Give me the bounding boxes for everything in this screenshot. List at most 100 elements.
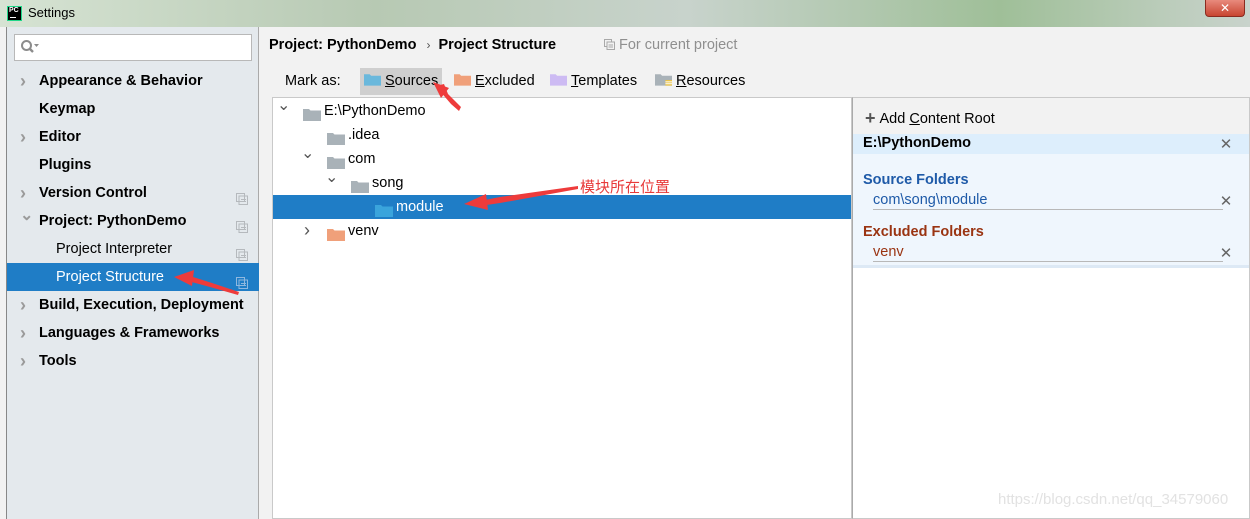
settings-nav-list: › Appearance & Behavior Keymap › Editor Plugi… <box>7 67 259 375</box>
tree-node[interactable]: ⌄ com <box>273 145 851 171</box>
sidebar-item-languages-frameworks[interactable]: › Languages & Frameworks <box>7 319 259 347</box>
folder-icon <box>303 105 321 121</box>
sidebar-item-label: Build, Execution, Deployment <box>39 297 244 313</box>
sidebar-item-project-pythondemo[interactable]: ⌄ Project: PythonDemo <box>7 207 259 235</box>
tree-node[interactable]: ⌄ song <box>273 169 851 195</box>
tree-node-label: module <box>396 199 444 215</box>
button-label-rest: xcluded <box>484 73 535 89</box>
mark-as-sources-button[interactable]: Sources <box>360 68 442 95</box>
tree-node[interactable]: .idea <box>273 123 851 147</box>
content-roots-toolbar: + Add Content Root <box>853 98 1249 134</box>
search-icon <box>21 40 39 53</box>
window-close-button[interactable]: ✕ <box>1205 0 1245 17</box>
chevron-down-icon[interactable]: ⌄ <box>301 142 314 166</box>
watermark: https://blog.csdn.net/qq_34579060 <box>998 491 1229 508</box>
sidebar-item-label: Project Structure <box>56 269 164 285</box>
templates-folder-icon <box>550 69 567 86</box>
chevron-right-icon[interactable]: › <box>20 67 30 95</box>
content-roots-panel: + Add Content Root E:\PythonDemo ✕ Source… <box>852 97 1250 519</box>
chevron-down-icon[interactable]: ⌄ <box>277 94 290 118</box>
sidebar-item-plugins[interactable]: Plugins <box>7 151 259 179</box>
sidebar-item-label: Editor <box>39 129 81 145</box>
remove-content-root-icon[interactable]: ✕ <box>1219 137 1233 152</box>
remove-excluded-folder-icon[interactable]: ✕ <box>1219 246 1233 261</box>
mark-as-excluded-button[interactable]: Excluded <box>450 68 535 95</box>
sidebar-item-label: Languages & Frameworks <box>39 325 220 341</box>
resources-folder-icon <box>655 69 672 86</box>
content-root-card: E:\PythonDemo ✕ Source Folders com\song\… <box>853 134 1249 268</box>
folder-icon <box>327 225 345 241</box>
project-file-tree[interactable]: ⌄ E:\PythonDemo .idea ⌄ com ⌄ song module › venv <box>272 97 852 519</box>
add-content-root-label-prefix: Add <box>879 111 910 127</box>
folder-icon <box>351 177 369 193</box>
content-root-header: E:\PythonDemo ✕ <box>853 134 1249 154</box>
chevron-down-icon[interactable]: ⌄ <box>20 202 33 230</box>
chevron-right-icon[interactable]: › <box>301 218 313 242</box>
tree-node[interactable]: › venv <box>273 219 851 243</box>
sidebar-item-project-interpreter[interactable]: Project Interpreter <box>7 235 259 263</box>
tree-node-label: E:\PythonDemo <box>324 103 426 119</box>
annotation-label: 模块所在位置 <box>580 178 671 196</box>
breadcrumb-item-project[interactable]: Project: PythonDemo <box>269 37 416 53</box>
sidebar-item-label: Plugins <box>39 157 92 173</box>
title-bar: PC Settings ✕ <box>0 0 1250 27</box>
settings-sidebar: › Appearance & Behavior Keymap › Editor Plugi… <box>6 27 259 519</box>
scope-note: For current project <box>604 37 737 53</box>
sidebar-item-appearance-behavior[interactable]: › Appearance & Behavior <box>7 67 259 95</box>
window-title: Settings <box>28 5 75 20</box>
remove-source-folder-icon[interactable]: ✕ <box>1219 194 1233 209</box>
chevron-right-icon[interactable]: › <box>20 347 30 375</box>
excluded-folders-title: Excluded Folders <box>863 224 984 240</box>
folder-icon <box>327 153 345 169</box>
project-scope-icon <box>236 271 248 289</box>
add-content-root-mnemonic: C <box>909 111 920 127</box>
sidebar-item-label: Project: PythonDemo <box>39 213 187 229</box>
sidebar-item-project-structure[interactable]: Project Structure <box>7 263 259 291</box>
folder-icon <box>375 201 393 217</box>
button-label-rest: esources <box>686 73 746 89</box>
source-folders-title: Source Folders <box>863 172 969 188</box>
project-scope-icon <box>604 39 615 50</box>
sidebar-item-label: Tools <box>39 353 77 369</box>
scope-note-text: For current project <box>619 37 738 53</box>
mnemonic-letter: E <box>475 73 485 89</box>
mark-as-templates-button[interactable]: Templates <box>546 68 637 95</box>
sidebar-item-label: Keymap <box>39 101 96 117</box>
source-folder-path: com\song\module <box>873 192 988 208</box>
tree-node[interactable]: module <box>273 195 851 219</box>
tree-node[interactable]: ⌄ E:\PythonDemo <box>273 97 851 123</box>
pycharm-logo-icon: PC <box>7 6 22 21</box>
chevron-right-icon[interactable]: › <box>20 291 30 319</box>
mark-as-label: Mark as: <box>285 73 341 89</box>
sources-folder-icon <box>364 69 381 86</box>
add-content-root-button[interactable]: + Add Content Root <box>865 108 995 129</box>
folder-icon <box>327 129 345 145</box>
button-label-rest: emplates <box>578 73 638 89</box>
sidebar-item-build-execution-deployment[interactable]: › Build, Execution, Deployment <box>7 291 259 319</box>
source-folder-entry: com\song\module <box>873 192 1223 210</box>
tree-node-label: venv <box>348 223 379 239</box>
mark-as-resources-button[interactable]: Resources <box>651 68 745 95</box>
sidebar-item-editor[interactable]: › Editor <box>7 123 259 151</box>
chevron-right-icon[interactable]: › <box>20 123 30 151</box>
sidebar-item-tools[interactable]: › Tools <box>7 347 259 375</box>
excluded-folder-path: venv <box>873 244 904 260</box>
sidebar-item-label: Appearance & Behavior <box>39 73 203 89</box>
sidebar-item-label: Version Control <box>39 185 147 201</box>
sidebar-item-keymap[interactable]: Keymap <box>7 95 259 123</box>
add-content-root-label-rest: ontent Root <box>919 111 995 127</box>
breadcrumb-separator: › <box>426 38 431 52</box>
sidebar-item-label: Project Interpreter <box>56 241 173 257</box>
chevron-right-icon[interactable]: › <box>20 319 30 347</box>
mnemonic-letter: S <box>385 73 395 89</box>
tree-node-label: com <box>348 151 376 167</box>
mnemonic-letter: R <box>676 73 687 89</box>
sidebar-item-version-control[interactable]: › Version Control <box>7 179 259 207</box>
excluded-folder-entry: venv <box>873 244 1223 262</box>
button-label-rest: ources <box>394 73 439 89</box>
breadcrumb: Project: PythonDemo › Project Structure <box>269 37 556 53</box>
plus-icon: + <box>865 108 876 128</box>
settings-search-input[interactable] <box>14 34 252 61</box>
project-structure-page: Project: PythonDemo › Project Structure Fo… <box>259 27 1250 519</box>
chevron-down-icon[interactable]: ⌄ <box>325 166 338 190</box>
